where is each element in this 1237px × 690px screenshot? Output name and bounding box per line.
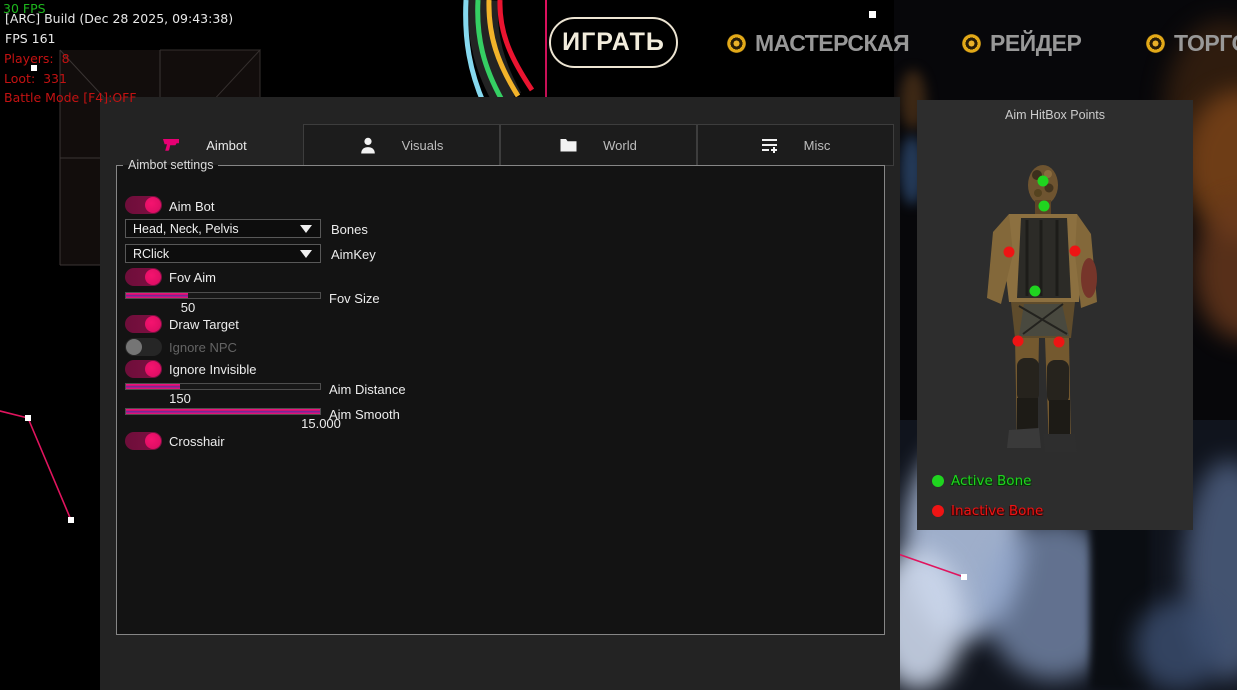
- ignore-npc-toggle[interactable]: [125, 338, 162, 356]
- aim-hitbox-panel: Aim HitBox Points Active Bone Inactive B…: [917, 100, 1193, 530]
- ignore-npc-label: Ignore NPC: [169, 340, 237, 355]
- chevron-down-icon: [300, 225, 312, 233]
- aimkey-label: AimKey: [331, 247, 376, 262]
- tab-label: Aimbot: [206, 138, 246, 153]
- legend-inactive-bone: Inactive Bone: [932, 503, 1043, 519]
- tab-label: World: [603, 138, 637, 153]
- crosshair-label: Crosshair: [169, 434, 225, 449]
- bones-label: Bones: [331, 222, 368, 237]
- aim-distance-label: Aim Distance: [329, 382, 406, 397]
- fov-size-slider[interactable]: [125, 292, 321, 299]
- nav-item-trade[interactable]: ТОРГО: [1146, 30, 1237, 57]
- inactive-bone-dot-icon: [932, 505, 944, 517]
- loot-count: Loot: 331: [4, 69, 67, 89]
- rainbow-streak: [428, 0, 558, 108]
- legend-label: Active Bone: [951, 473, 1031, 489]
- esp-marker: [68, 517, 74, 523]
- active-bone-dot-icon: [932, 475, 944, 487]
- aimbot-settings-group: Aimbot settings Aim Bot Head, Neck, Pelv…: [116, 158, 885, 635]
- coin-icon: [1146, 34, 1165, 53]
- tab-label: Visuals: [402, 138, 444, 153]
- fov-aim-label: Fov Aim: [169, 270, 216, 285]
- fov-size-value: 50: [181, 300, 195, 315]
- aim-distance-value: 150: [169, 391, 191, 406]
- aim-smooth-label: Aim Smooth: [329, 407, 400, 422]
- esp-vertical-line: [545, 0, 547, 100]
- aim-distance-slider[interactable]: [125, 383, 321, 390]
- slider-fill: [126, 409, 320, 414]
- slider-fill: [126, 384, 180, 389]
- fov-aim-toggle[interactable]: [125, 268, 162, 286]
- coin-icon: [727, 34, 746, 53]
- nav-item-raider[interactable]: РЕЙДЕР: [962, 30, 1081, 57]
- hitbox-panel-title: Aim HitBox Points: [917, 108, 1193, 122]
- aim-bot-label: Aim Bot: [169, 199, 215, 214]
- legend-label: Inactive Bone: [951, 503, 1043, 519]
- slider-fill: [126, 293, 188, 298]
- legend-active-bone: Active Bone: [932, 473, 1031, 489]
- bones-dropdown[interactable]: Head, Neck, Pelvis: [125, 219, 321, 238]
- pistol-icon: [163, 138, 180, 153]
- nav-item-label: РЕЙДЕР: [990, 30, 1081, 57]
- bone-dot-left-arm: [1004, 247, 1015, 258]
- bone-dot-left-hip: [1013, 336, 1024, 347]
- players-count: Players: 8: [4, 49, 70, 69]
- fov-size-label: Fov Size: [329, 291, 380, 306]
- aim-bot-toggle[interactable]: [125, 196, 162, 214]
- draw-target-toggle[interactable]: [125, 315, 162, 333]
- group-title: Aimbot settings: [123, 158, 218, 172]
- person-icon: [360, 137, 376, 154]
- esp-marker: [961, 574, 967, 580]
- bones-selected-value: Head, Neck, Pelvis: [133, 222, 239, 236]
- sliders-icon: [761, 137, 778, 153]
- bone-dot-right-arm: [1070, 246, 1081, 257]
- bone-dot-neck: [1039, 201, 1050, 212]
- nav-item-workshop[interactable]: МАСТЕРСКАЯ: [727, 30, 909, 57]
- nav-item-label: МАСТЕРСКАЯ: [755, 30, 909, 57]
- draw-target-label: Draw Target: [169, 317, 239, 332]
- fps-counter: FPS 161: [5, 29, 56, 49]
- play-button[interactable]: ИГРАТЬ: [549, 17, 678, 68]
- aimkey-dropdown[interactable]: RClick: [125, 244, 321, 263]
- chevron-down-icon: [300, 250, 312, 258]
- esp-marker: [25, 415, 31, 421]
- coin-icon: [962, 34, 981, 53]
- tab-label: Misc: [804, 138, 831, 153]
- screen-marker-dot: [869, 11, 876, 18]
- crosshair-toggle[interactable]: [125, 432, 162, 450]
- nav-item-label: ТОРГО: [1174, 30, 1237, 57]
- bone-dot-head: [1038, 176, 1049, 187]
- folder-icon: [560, 138, 577, 152]
- bone-dot-pelvis: [1030, 286, 1041, 297]
- battle-mode-status: Battle Mode [F4]:OFF: [4, 88, 137, 108]
- ignore-invisible-label: Ignore Invisible: [169, 362, 256, 377]
- build-info: [ARC] Build (Dec 28 2025, 09:43:38): [5, 9, 233, 29]
- cheat-menu-panel: Aimbot Visuals World Misc Aimbot setting…: [100, 97, 900, 690]
- aimkey-selected-value: RClick: [133, 247, 169, 261]
- ignore-invisible-toggle[interactable]: [125, 360, 162, 378]
- bone-dot-right-hip: [1054, 337, 1065, 348]
- aim-smooth-slider[interactable]: [125, 408, 321, 415]
